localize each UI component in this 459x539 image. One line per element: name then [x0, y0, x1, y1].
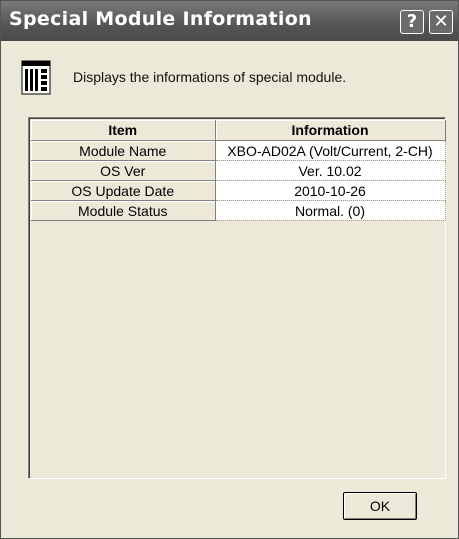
table-row: OS Ver Ver. 10.02: [31, 160, 446, 181]
row-value-os-ver[interactable]: Ver. 10.02: [215, 160, 446, 181]
table-header-row: Item Information: [31, 120, 446, 141]
dialog-description: Displays the informations of special mod…: [73, 69, 347, 85]
module-rack-icon: [21, 60, 51, 95]
table-row: Module Name XBO-AD02A (Volt/Current, 2-C…: [31, 140, 446, 161]
help-icon: ?: [406, 11, 418, 32]
column-header-item: Item: [31, 120, 216, 141]
row-value-module-name[interactable]: XBO-AD02A (Volt/Current, 2-CH): [215, 140, 446, 161]
row-value-module-status[interactable]: Normal. (0): [215, 200, 446, 221]
close-button[interactable]: ✕: [429, 10, 453, 34]
row-value-os-update-date[interactable]: 2010-10-26: [215, 180, 446, 201]
column-header-information: Information: [215, 120, 446, 141]
help-button[interactable]: ?: [400, 10, 424, 34]
row-item-os-update-date: OS Update Date: [31, 180, 216, 201]
title-bar[interactable]: Special Module Information ? ✕: [1, 1, 458, 41]
row-item-module-status: Module Status: [31, 200, 216, 221]
info-table: Item Information Module Name XBO-AD02A (…: [31, 120, 446, 221]
table-row: Module Status Normal. (0): [31, 200, 446, 221]
window-title: Special Module Information: [9, 8, 312, 30]
row-item-module-name: Module Name: [31, 140, 216, 161]
info-panel: Item Information Module Name XBO-AD02A (…: [28, 117, 446, 479]
close-icon: ✕: [433, 11, 449, 32]
special-module-dialog: Special Module Information ? ✕ Displays …: [0, 0, 459, 539]
row-item-os-ver: OS Ver: [31, 160, 216, 181]
table-row: OS Update Date 2010-10-26: [31, 180, 446, 201]
ok-button[interactable]: OK: [343, 492, 417, 520]
